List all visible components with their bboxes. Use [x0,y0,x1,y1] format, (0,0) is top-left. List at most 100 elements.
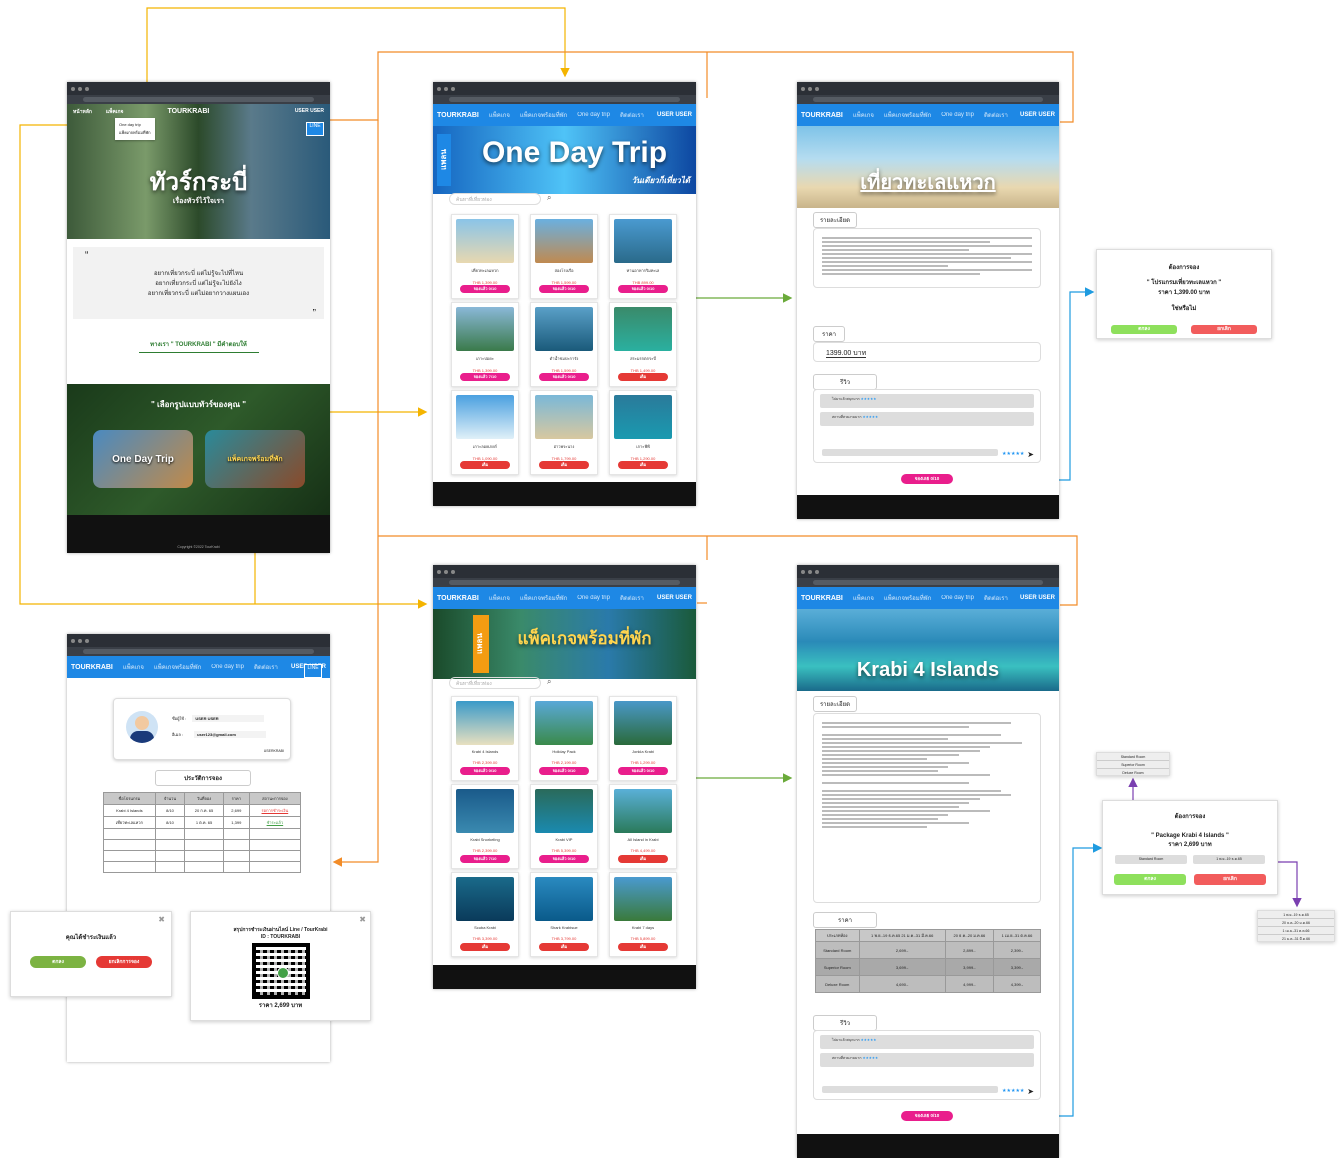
address-bar[interactable] [797,578,1059,587]
nav-item[interactable]: แพ็คเกจ [489,110,510,120]
confirm-yes-button[interactable]: ตกลง [1114,874,1186,885]
tour-card[interactable]: สระมรกตกระบี่ THB 1,499.00 เต็ม [609,302,677,387]
nav-item[interactable]: One day trip [211,664,244,670]
address-bar[interactable] [433,578,696,587]
full-button[interactable]: เต็ม [460,461,510,469]
date-option[interactable]: 1 เม.ย.-31 ต.ค.66 [1258,927,1334,935]
confirm-yes-button[interactable]: ตกลง [1111,325,1177,334]
date-option[interactable]: 20 ธ.ค.-20 ม.ค.66 [1258,919,1334,927]
book-button[interactable]: จองแล้ว 0/10 [460,767,510,775]
close-icon[interactable]: ✖ [158,915,165,924]
send-icon[interactable]: ➤ [1027,450,1034,459]
tour-card[interactable]: Krabi Snorkeling THB 2,399.00 จองแล้ว 7/10 [451,784,519,869]
tour-card[interactable]: อ่าวพระนาง THB 1,799.00 เต็ม [530,390,598,475]
nav-item[interactable]: แพ็คเกจพร้อมที่พัก [520,110,567,120]
room-select[interactable]: Standard Room [1115,855,1187,864]
nav-item[interactable]: แพ็คเกจ [853,110,874,120]
confirm-no-button[interactable]: ยกเลิก [1194,874,1266,885]
tour-card[interactable]: เที่ยวทะเลแหวก THB 1,399.00 จองแล้ว 0/10 [451,214,519,299]
nav-item[interactable]: แพ็คเกจพร้อมที่พัก [154,662,201,672]
book-button[interactable]: จองเลย 0/10 [901,1111,953,1121]
review-input[interactable] [822,1086,998,1093]
room-option[interactable]: Deluxe Room [1097,769,1169,777]
tour-card[interactable]: Krabi 7 days THB 5,899.00 เต็ม [609,872,677,957]
nav-item[interactable]: ติดต่อเรา [984,110,1008,120]
site-logo[interactable]: TOURKRABI [437,595,479,602]
nav-item[interactable]: แพ็คเกจพร้อมที่พัก [884,110,931,120]
full-button[interactable]: เต็ม [618,461,668,469]
full-button[interactable]: เต็ม [539,943,589,951]
nav-item[interactable]: ติดต่อเรา [620,593,644,603]
user-name[interactable]: USER USER [1020,112,1055,118]
full-button[interactable]: เต็ม [539,461,589,469]
site-logo[interactable]: TOURKRABI [437,112,479,119]
line-badge[interactable]: LINE [304,664,322,678]
date-option[interactable]: 1 พ.ย.-19 ธ.ค.65 [1258,911,1334,919]
tour-card[interactable]: Scuba Krabi THB 3,399.00 เต็ม [451,872,519,957]
tour-card[interactable]: ดำน้ำชมปะการัง THB 1,599.00 จองแล้ว 0/10 [530,302,598,387]
nav-item[interactable]: แพ็คเกจพร้อมที่พัก [884,593,931,603]
tour-card[interactable]: เกาะลอยเกยก์ THB 1,090.00 เต็ม [451,390,519,475]
nav-item[interactable]: แพ็คเกจ [853,593,874,603]
tour-card[interactable]: Shark Krabisue THB 3,799.00 เต็ม [530,872,598,957]
search-icon[interactable]: ⌕ [547,193,551,203]
email-field[interactable]: user123@gmail.com [194,731,267,738]
full-button[interactable]: เต็ม [618,855,668,863]
site-logo[interactable]: TOURKRABI [801,112,843,119]
tour-card[interactable]: Holiday Pack THB 2,199.00 จองแล้ว 0/10 [530,696,598,781]
oneday-option[interactable]: One Day Trip [93,430,193,488]
room-option[interactable]: Standard Room [1097,753,1169,761]
tour-card[interactable]: Jonkla Krabi THB 1,299.00 จองแล้ว 0/10 [609,696,677,781]
address-bar[interactable] [797,95,1059,104]
book-button[interactable]: จองแล้ว 0/10 [618,285,668,293]
book-button[interactable]: จองแล้ว 0/10 [460,285,510,293]
nav-home[interactable]: หน้าหลัก [73,108,92,120]
nav-item[interactable]: One day trip [577,112,610,118]
address-bar[interactable] [67,95,330,104]
tour-card[interactable]: เกาะพีพี THB 1,290.00 เต็ม [609,390,677,475]
tour-card[interactable]: Krabi 4 Islands THB 2,399.00 จองแล้ว 0/10 [451,696,519,781]
line-badge[interactable]: LINE [306,122,324,136]
nav-item[interactable]: One day trip [577,595,610,601]
tour-card[interactable]: ล่องโรงเรือ THB 1,599.00 จองแล้ว 0/10 [530,214,598,299]
edit-profile-link[interactable]: USERKRABI [264,749,284,753]
full-button[interactable]: เต็ม [618,373,668,381]
nav-item[interactable]: แพ็คเกจ [123,662,144,672]
book-button[interactable]: จองแล้ว 0/10 [618,767,668,775]
review-input[interactable] [822,449,998,456]
nav-item[interactable]: ติดต่อเรา [620,110,644,120]
user-name[interactable]: USER USER [1020,595,1055,601]
book-button[interactable]: จองแล้ว 0/10 [539,767,589,775]
rating-stars[interactable]: ★★★★★ [1002,1088,1024,1094]
nav-item[interactable]: แพ็คเกจ [489,593,510,603]
user-name[interactable]: USER USER [657,112,692,118]
date-select[interactable]: 1 พ.ย.-19 ธ.ค.65 [1193,855,1265,864]
user-name[interactable]: USER USER [657,595,692,601]
user-name[interactable]: USER USER [295,108,324,120]
tour-card[interactable]: All Island in Krabi THB 4,499.00 เต็ม [609,784,677,869]
nav-item[interactable]: แพ็คเกจพร้อมที่พัก [520,593,567,603]
nav-item[interactable]: ติดต่อเรา [984,593,1008,603]
status-pending-link[interactable]: รอการชำระเงิน [248,804,302,817]
site-logo[interactable]: TOURKRABI [167,108,209,120]
send-icon[interactable]: ➤ [1027,1087,1034,1096]
date-option[interactable]: 21 ม.ค.-31 มี.ค.66 [1258,935,1334,943]
room-option[interactable]: Superior Room [1097,761,1169,769]
nav-item[interactable]: ติดต่อเรา [254,662,278,672]
cancel-booking-button[interactable]: ยกเลิกการจอง [96,956,152,968]
book-button[interactable]: จองแล้ว 0/10 [539,285,589,293]
full-button[interactable]: เต็ม [460,943,510,951]
name-field[interactable]: USER USER [192,715,265,722]
book-button[interactable]: จองแล้ว 0/10 [539,855,589,863]
dropdown-package[interactable]: แพ็คเกจพร้อมที่พัก [119,129,151,137]
book-button[interactable]: จองเลย 0/10 [901,474,953,484]
address-bar[interactable] [433,95,696,104]
tour-card[interactable]: ทานอาหารริมทะเล THB 899.00 จองแล้ว 0/10 [609,214,677,299]
tour-card[interactable]: Krabi VIP THB 5,399.00 จองแล้ว 0/10 [530,784,598,869]
status-paid-link[interactable]: ชำระแล้ว [248,816,302,829]
address-bar[interactable] [67,647,330,656]
confirm-no-button[interactable]: ยกเลิก [1191,325,1257,334]
rating-stars[interactable]: ★★★★★ [1002,451,1024,457]
tour-card[interactable]: เกาะปอดะ THB 1,399.00 จองแล้ว 7/10 [451,302,519,387]
book-button[interactable]: จองแล้ว 7/10 [460,855,510,863]
